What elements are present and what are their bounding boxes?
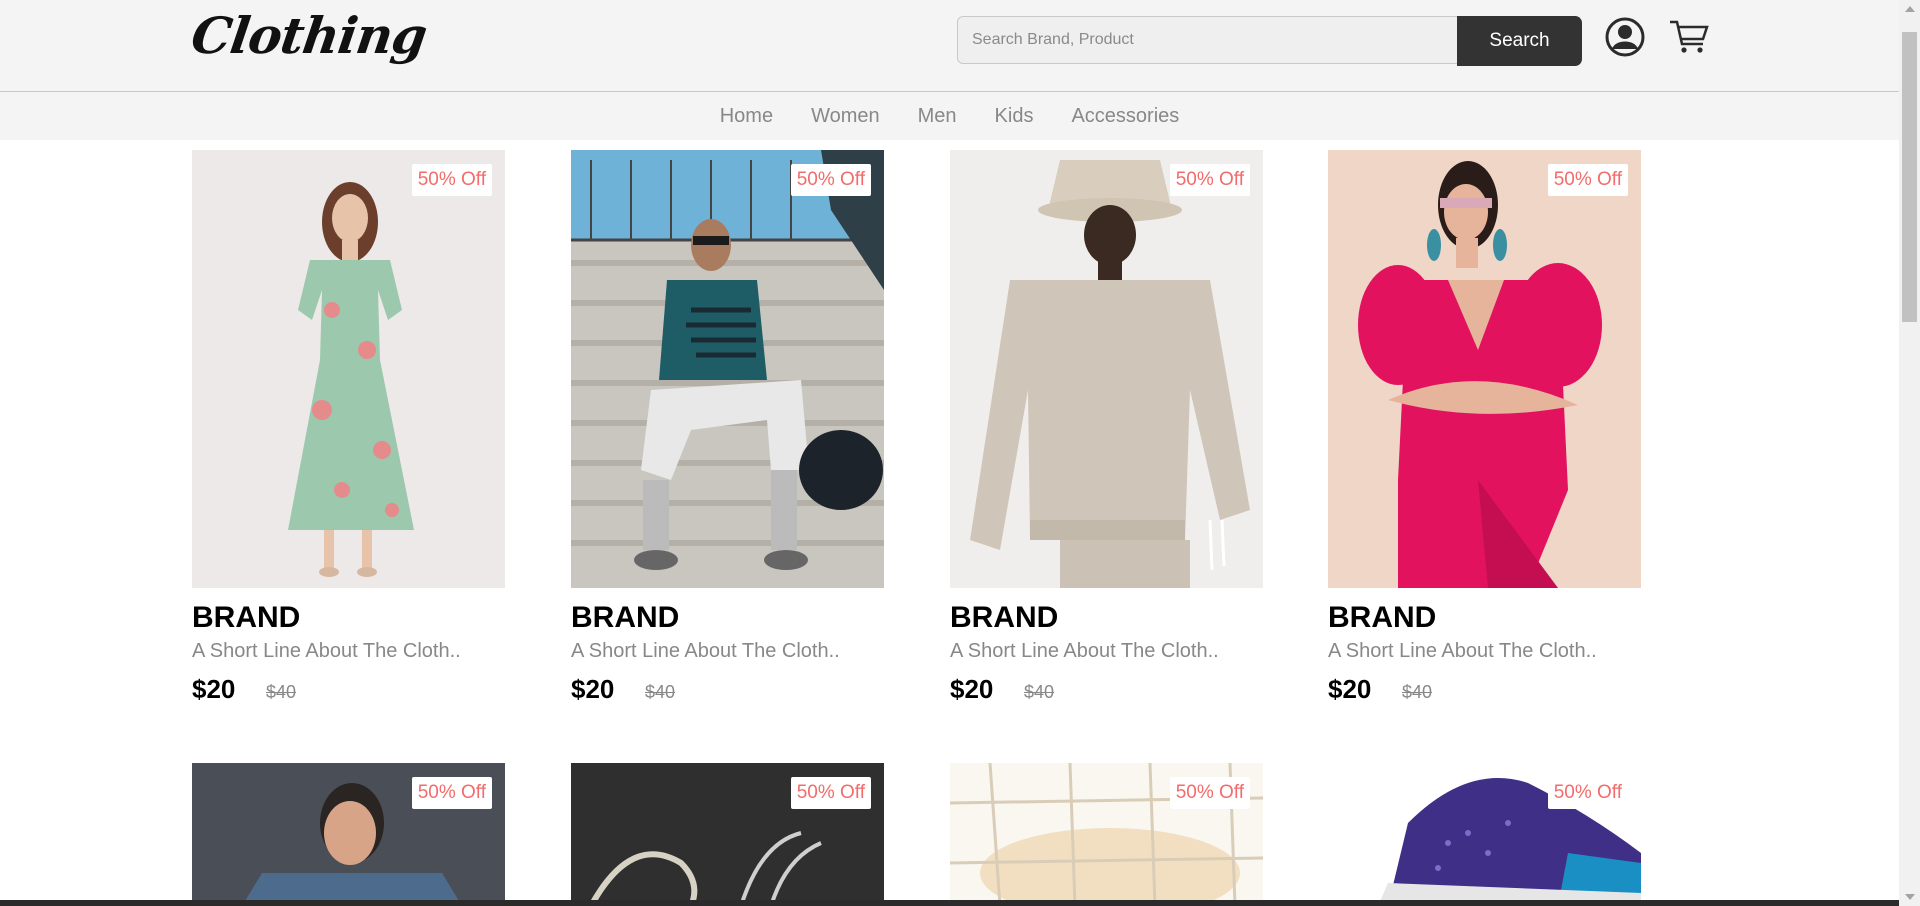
- nav-accessories[interactable]: Accessories: [1071, 105, 1179, 128]
- product-price: $20: [1328, 674, 1372, 704]
- product-price: $20: [950, 674, 994, 704]
- discount-badge: 50% Off: [1547, 164, 1628, 196]
- scroll-down-arrow-icon[interactable]: [1905, 894, 1915, 900]
- nav-home[interactable]: Home: [720, 105, 773, 128]
- window-bottom-edge: [0, 900, 1899, 906]
- product-image[interactable]: 50% Off: [1328, 763, 1641, 906]
- search-button[interactable]: Search: [1457, 16, 1582, 66]
- product-image[interactable]: 50% Off: [192, 150, 505, 588]
- nav-women[interactable]: Women: [811, 105, 880, 128]
- nav-kids[interactable]: Kids: [995, 105, 1034, 128]
- discount-badge: 50% Off: [1547, 777, 1628, 809]
- discount-badge: 50% Off: [790, 164, 871, 196]
- product-image[interactable]: 50% Off: [192, 763, 505, 906]
- nav-men[interactable]: Men: [918, 105, 957, 128]
- product-description: A Short Line About The Cloth..: [571, 640, 840, 662]
- product-description: A Short Line About The Cloth..: [1328, 640, 1597, 662]
- product-description: A Short Line About The Cloth..: [950, 640, 1219, 662]
- page-scrollbar[interactable]: [1899, 0, 1920, 906]
- product-brand: BRAND: [950, 601, 1059, 634]
- search-input[interactable]: [957, 16, 1458, 64]
- product-image[interactable]: 50% Off: [571, 150, 884, 588]
- product-image[interactable]: 50% Off: [950, 150, 1263, 588]
- scroll-up-arrow-icon[interactable]: [1905, 6, 1915, 12]
- product-price: $20: [192, 674, 236, 704]
- main-nav: Home Women Men Kids Accessories: [0, 92, 1899, 140]
- discount-badge: 50% Off: [790, 777, 871, 809]
- shopping-cart-icon[interactable]: [1668, 18, 1710, 56]
- product-image[interactable]: 50% Off: [1328, 150, 1641, 588]
- product-image[interactable]: 50% Off: [950, 763, 1263, 906]
- product-original-price: $40: [1024, 682, 1055, 702]
- site-header: Clothing Search: [0, 0, 1899, 92]
- product-original-price: $40: [1402, 682, 1433, 702]
- product-brand: BRAND: [1328, 601, 1437, 634]
- product-original-price: $40: [645, 682, 676, 702]
- user-account-icon[interactable]: [1605, 17, 1645, 57]
- product-image[interactable]: 50% Off: [571, 763, 884, 906]
- scrollbar-thumb[interactable]: [1902, 32, 1917, 322]
- product-price: $20: [571, 674, 615, 704]
- discount-badge: 50% Off: [411, 164, 492, 196]
- discount-badge: 50% Off: [1169, 777, 1250, 809]
- discount-badge: 50% Off: [1169, 164, 1250, 196]
- discount-badge: 50% Off: [411, 777, 492, 809]
- site-logo[interactable]: Clothing: [188, 6, 430, 65]
- product-original-price: $40: [266, 682, 297, 702]
- product-description: A Short Line About The Cloth..: [192, 640, 461, 662]
- product-brand: BRAND: [192, 601, 301, 634]
- product-brand: BRAND: [571, 601, 680, 634]
